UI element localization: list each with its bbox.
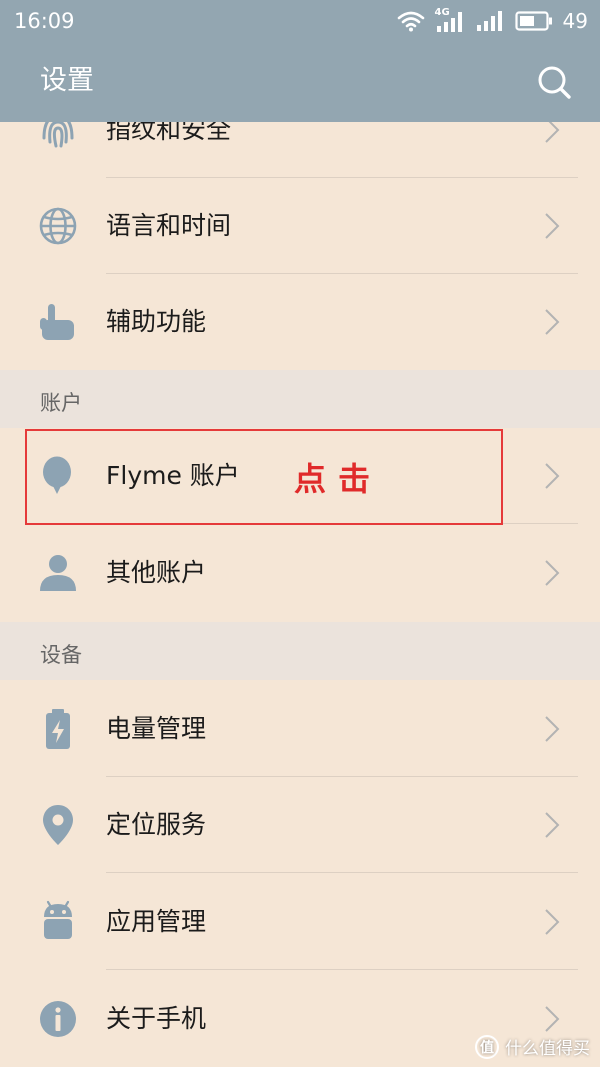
list-item-location[interactable]: 定位服务 — [0, 777, 600, 873]
info-icon — [40, 1001, 76, 1037]
list-item-label: 定位服务 — [106, 810, 207, 839]
status-icons: 4G 49 — [397, 8, 588, 34]
watermark: 值 什么值得买 — [475, 1034, 590, 1059]
page-title: 设置 — [40, 65, 94, 96]
status-bar: 16:09 4G 49 — [0, 0, 600, 42]
chevron-right-icon — [545, 812, 560, 838]
list-item-label: 其他账户 — [106, 558, 207, 587]
section-header-accounts: 账户 — [0, 370, 600, 428]
status-time: 16:09 — [14, 9, 75, 33]
person-icon — [40, 555, 76, 591]
android-icon — [44, 900, 72, 939]
list-item-language-time[interactable]: 语言和时间 — [0, 178, 600, 274]
chevron-right-icon — [545, 909, 560, 935]
list-item-label: 关于手机 — [106, 1004, 207, 1033]
signal-4g-icon — [436, 12, 462, 32]
watermark-text: 什么值得买 — [505, 1039, 590, 1059]
wifi-icon — [397, 11, 424, 32]
signal-4g-group: 4G — [435, 8, 465, 34]
title-bar: 设置 — [0, 42, 600, 122]
settings-list: 指纹和安全 语言和时间 辅助功能 账户 Flyme 账户 其他账户 设备 电量管… — [0, 122, 600, 1067]
watermark-logo: 值 — [475, 1034, 499, 1059]
battery-charge-icon — [46, 709, 70, 749]
chevron-right-icon — [545, 463, 560, 489]
list-item-label: 指纹和安全 — [106, 122, 232, 144]
list-item-label: 电量管理 — [106, 714, 207, 743]
location-pin-icon — [43, 805, 73, 845]
list-item-label: 应用管理 — [106, 907, 207, 936]
list-item-other-accounts[interactable]: 其他账户 — [0, 524, 600, 622]
globe-icon — [39, 207, 77, 245]
search-button[interactable] — [534, 62, 574, 102]
chevron-right-icon — [545, 1006, 560, 1032]
chevron-right-icon — [545, 309, 560, 335]
chevron-right-icon — [545, 560, 560, 586]
annotation-highlight-box — [25, 429, 503, 525]
hand-pointer-icon — [40, 304, 74, 340]
chevron-right-icon — [545, 213, 560, 239]
list-item-fingerprint[interactable]: 指纹和安全 — [0, 122, 600, 178]
list-item-label: 辅助功能 — [106, 307, 207, 336]
section-header-device: 设备 — [0, 622, 600, 680]
list-item-label: 语言和时间 — [106, 211, 232, 240]
list-item-battery[interactable]: 电量管理 — [0, 680, 600, 777]
section-title: 账户 — [40, 391, 82, 415]
annotation-text: 点击 — [294, 460, 383, 498]
chevron-right-icon — [545, 122, 560, 143]
battery-icon — [514, 11, 552, 31]
fingerprint-icon — [42, 122, 74, 148]
chevron-right-icon — [545, 716, 560, 742]
signal-icon — [476, 11, 502, 31]
list-item-apps[interactable]: 应用管理 — [0, 873, 600, 970]
section-title: 设备 — [40, 643, 82, 667]
battery-level: 49 — [562, 9, 588, 33]
search-icon — [538, 66, 571, 99]
list-item-accessibility[interactable]: 辅助功能 — [0, 274, 600, 370]
